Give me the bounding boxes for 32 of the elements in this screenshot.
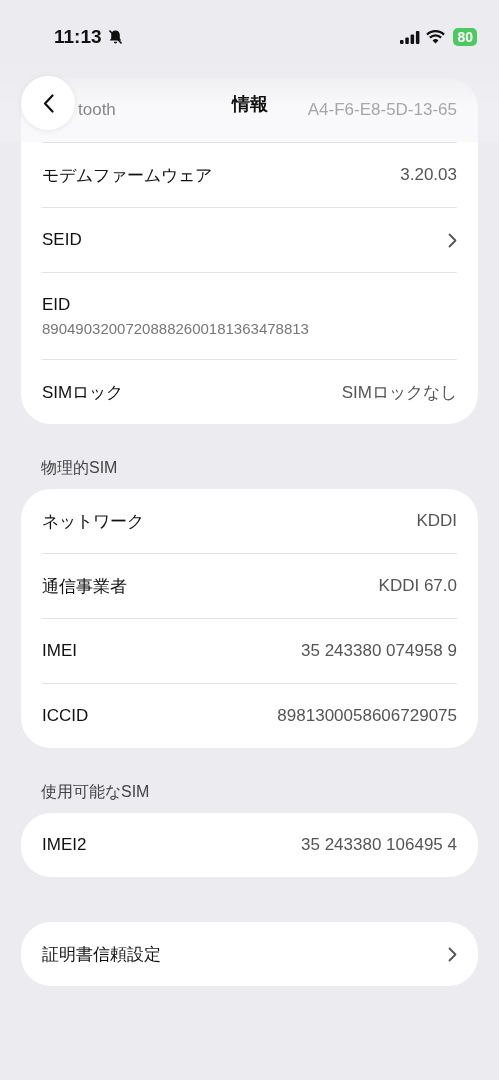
row-value: KDDI [416, 511, 457, 531]
row-label: ネットワーク [42, 510, 144, 533]
row-label: IMEI2 [42, 835, 87, 855]
row-value: 8981300058606729075 [277, 706, 457, 726]
row-label: EID [42, 295, 71, 315]
page-title: 情報 [231, 93, 268, 116]
chevron-right-icon [448, 946, 457, 962]
row-label: tooth [78, 100, 116, 120]
status-time: 11:13 [54, 26, 102, 48]
row-label: SIMロック [42, 381, 124, 404]
row-label: IMEI [42, 641, 77, 661]
section-header: 物理的SIM [40, 458, 119, 478]
bell-muted-icon [107, 29, 123, 45]
settings-row[interactable]: SEID [42, 208, 457, 272]
row-value: 89049032007208882600181363478813 [42, 320, 309, 337]
chevron-right-icon [448, 232, 457, 248]
chevron-left-icon [42, 93, 54, 113]
row-value: SIMロックなし [341, 381, 457, 404]
battery-indicator: 80 [453, 28, 477, 46]
row-value: KDDI 67.0 [378, 576, 457, 596]
row-label: ICCID [42, 706, 89, 726]
row-value: A4-F6-E8-5D-13-65 [307, 100, 457, 120]
section-header: 使用可能なSIM [40, 782, 151, 802]
wifi-icon [426, 30, 446, 44]
row-value: 3.20.03 [400, 165, 457, 185]
signal-icon [400, 30, 421, 44]
row-value: 35 243380 074958 9 [301, 641, 457, 661]
row-label: モデムファームウェア [42, 164, 212, 187]
row-label: 通信事業者 [42, 575, 127, 598]
row-value: 35 243380 106495 4 [301, 835, 457, 855]
back-button[interactable] [21, 76, 75, 130]
settings-row[interactable]: 証明書信頼設定 [42, 922, 457, 986]
